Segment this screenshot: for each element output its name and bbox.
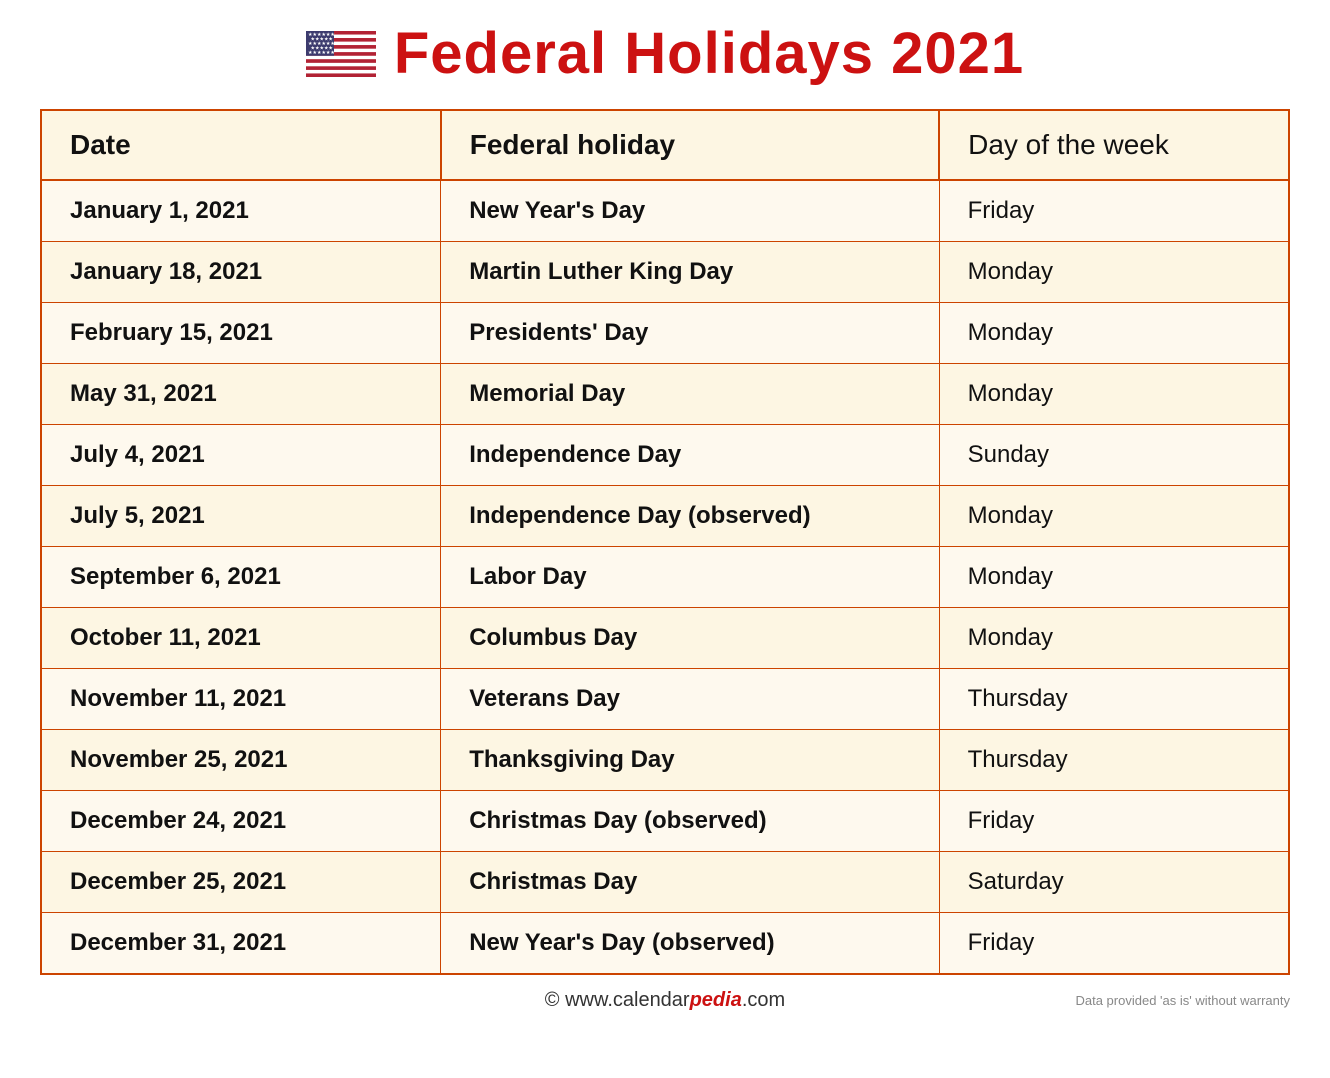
holiday-cell: Independence Day (observed): [441, 486, 939, 547]
date-cell: January 18, 2021: [42, 242, 441, 303]
holidays-table: Date Federal holiday Day of the week Jan…: [42, 111, 1288, 973]
day-cell: Monday: [939, 486, 1288, 547]
holiday-cell: Memorial Day: [441, 364, 939, 425]
table-row: December 25, 2021Christmas DaySaturday: [42, 852, 1288, 913]
credit-pedia: pedia: [690, 989, 742, 1011]
page-footer: © www.calendarpedia.com Data provided 'a…: [40, 989, 1290, 1012]
holiday-cell: Thanksgiving Day: [441, 730, 939, 791]
holiday-cell: Independence Day: [441, 425, 939, 486]
day-cell: Monday: [939, 364, 1288, 425]
table-row: February 15, 2021Presidents' DayMonday: [42, 303, 1288, 364]
holiday-cell: New Year's Day: [441, 180, 939, 242]
table-row: December 24, 2021Christmas Day (observed…: [42, 791, 1288, 852]
table-row: December 31, 2021New Year's Day (observe…: [42, 913, 1288, 974]
table-header-row: Date Federal holiday Day of the week: [42, 111, 1288, 180]
date-cell: December 24, 2021: [42, 791, 441, 852]
date-cell: November 25, 2021: [42, 730, 441, 791]
col-header-day: Day of the week: [939, 111, 1288, 180]
table-row: November 25, 2021Thanksgiving DayThursda…: [42, 730, 1288, 791]
table-row: July 4, 2021Independence DaySunday: [42, 425, 1288, 486]
date-cell: December 31, 2021: [42, 913, 441, 974]
holiday-cell: Presidents' Day: [441, 303, 939, 364]
date-cell: January 1, 2021: [42, 180, 441, 242]
holiday-cell: Labor Day: [441, 547, 939, 608]
day-cell: Saturday: [939, 852, 1288, 913]
holiday-cell: Veterans Day: [441, 669, 939, 730]
date-cell: December 25, 2021: [42, 852, 441, 913]
date-cell: November 11, 2021: [42, 669, 441, 730]
col-header-holiday: Federal holiday: [441, 111, 939, 180]
day-cell: Friday: [939, 180, 1288, 242]
day-cell: Monday: [939, 242, 1288, 303]
credit-prefix: © www.calendar: [545, 989, 690, 1011]
table-row: July 5, 2021Independence Day (observed)M…: [42, 486, 1288, 547]
date-cell: May 31, 2021: [42, 364, 441, 425]
table-row: September 6, 2021Labor DayMonday: [42, 547, 1288, 608]
col-header-date: Date: [42, 111, 441, 180]
day-cell: Sunday: [939, 425, 1288, 486]
table-row: January 18, 2021Martin Luther King DayMo…: [42, 242, 1288, 303]
svg-text:★★★★★★: ★★★★★★: [308, 50, 335, 56]
footer-credit: © www.calendarpedia.com: [545, 989, 785, 1012]
day-cell: Monday: [939, 608, 1288, 669]
credit-suffix: .com: [742, 989, 785, 1011]
day-cell: Thursday: [939, 669, 1288, 730]
holiday-cell: New Year's Day (observed): [441, 913, 939, 974]
table-row: May 31, 2021Memorial DayMonday: [42, 364, 1288, 425]
day-cell: Friday: [939, 913, 1288, 974]
table-row: January 1, 2021New Year's DayFriday: [42, 180, 1288, 242]
holiday-cell: Columbus Day: [441, 608, 939, 669]
page-title: Federal Holidays 2021: [394, 20, 1024, 87]
page-header: ★★★★★★ ★★★★★ ★★★★★★ ★★★★★ ★★★★★★ Federal…: [40, 20, 1290, 87]
holidays-table-wrapper: Date Federal holiday Day of the week Jan…: [40, 109, 1290, 975]
table-row: October 11, 2021Columbus DayMonday: [42, 608, 1288, 669]
holiday-cell: Martin Luther King Day: [441, 242, 939, 303]
day-cell: Monday: [939, 303, 1288, 364]
holiday-cell: Christmas Day: [441, 852, 939, 913]
us-flag-icon: ★★★★★★ ★★★★★ ★★★★★★ ★★★★★ ★★★★★★: [306, 31, 376, 77]
day-cell: Friday: [939, 791, 1288, 852]
date-cell: February 15, 2021: [42, 303, 441, 364]
date-cell: September 6, 2021: [42, 547, 441, 608]
date-cell: July 4, 2021: [42, 425, 441, 486]
day-cell: Monday: [939, 547, 1288, 608]
day-cell: Thursday: [939, 730, 1288, 791]
date-cell: July 5, 2021: [42, 486, 441, 547]
date-cell: October 11, 2021: [42, 608, 441, 669]
footer-disclaimer: Data provided 'as is' without warranty: [1075, 993, 1290, 1008]
table-row: November 11, 2021Veterans DayThursday: [42, 669, 1288, 730]
holiday-cell: Christmas Day (observed): [441, 791, 939, 852]
